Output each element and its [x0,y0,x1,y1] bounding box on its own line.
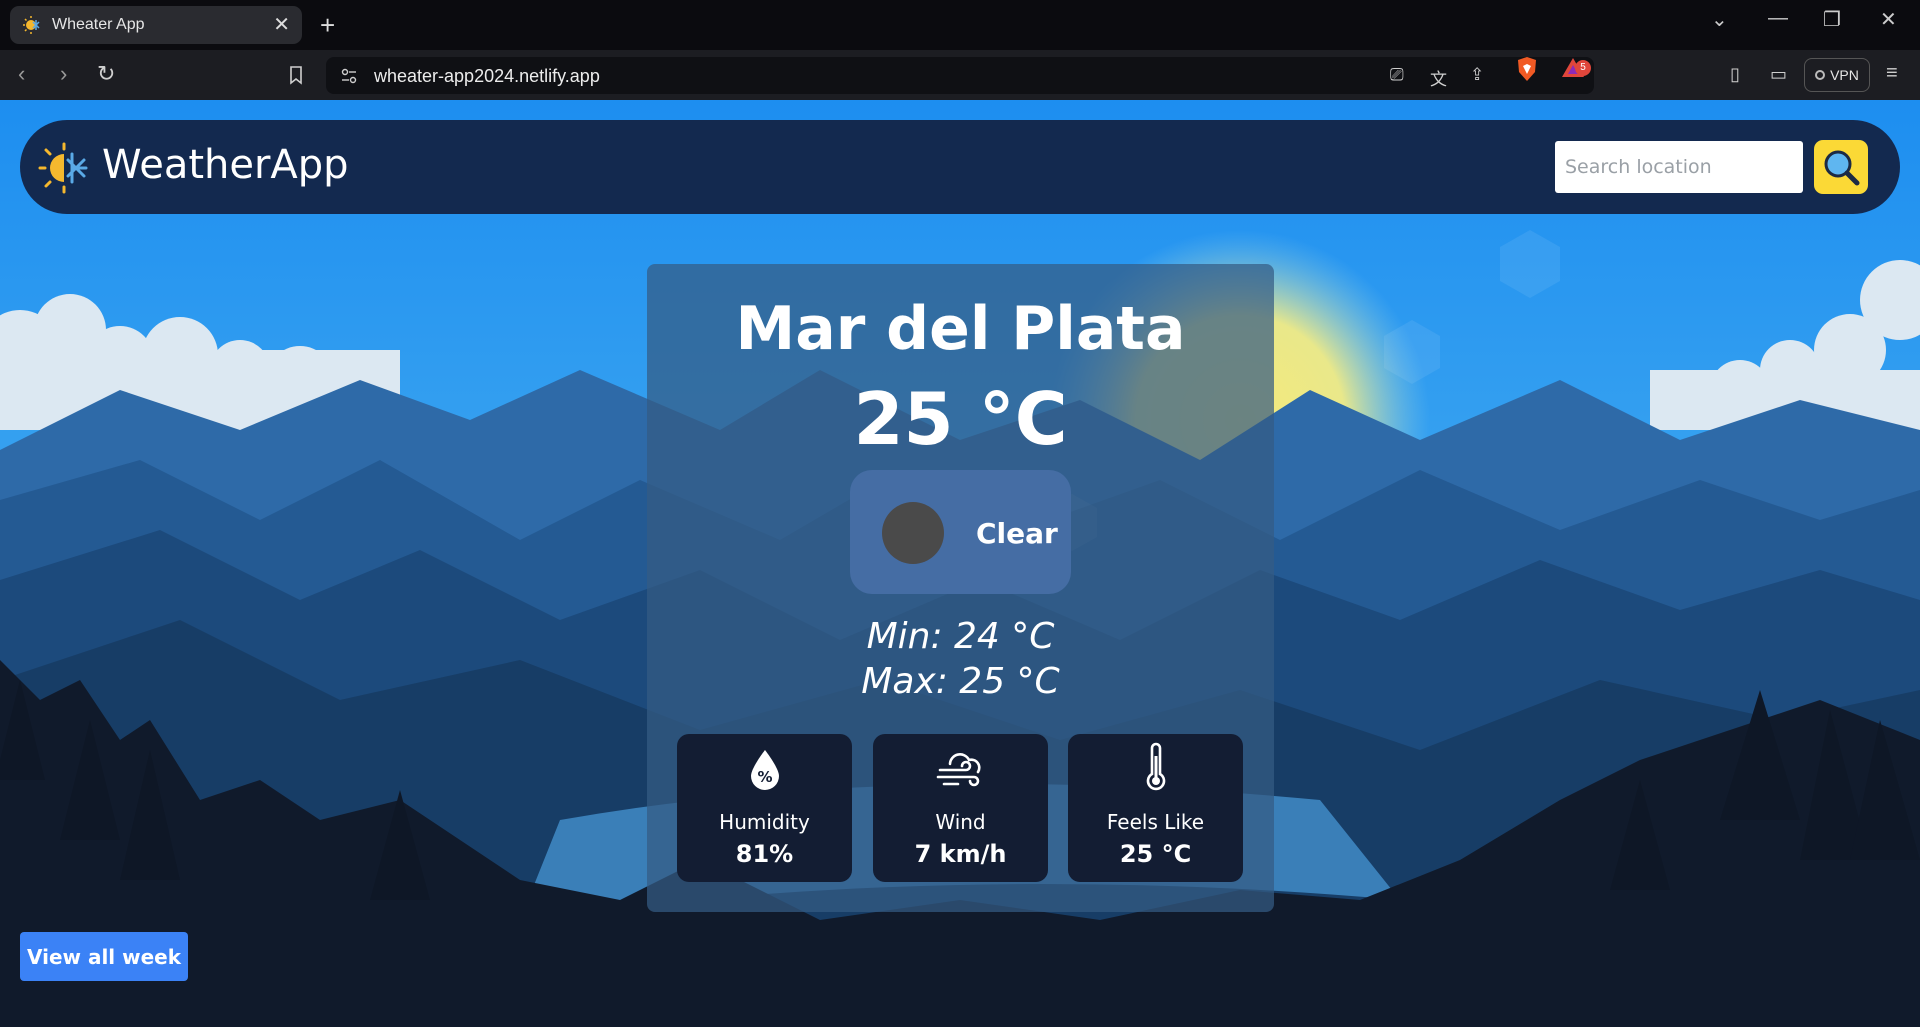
vpn-status-icon [1815,70,1826,80]
vpn-label: VPN [1830,67,1859,83]
svg-text:%: % [757,768,772,786]
wind-icon [936,753,981,787]
browser-toolbar: ‹ › ↻ wheater-app2024.netlify.app ⎚ 文 ⇪ … [0,50,1920,100]
address-bar[interactable]: wheater-app2024.netlify.app ⎚ 文 ⇪ [326,57,1594,94]
max-temperature: Max: 25 °C [861,661,1060,702]
condition-panel: Clear [850,470,1071,594]
feels-like-label: Feels Like [1106,810,1205,834]
humidity-label: Humidity [719,810,810,834]
tab-close-icon[interactable]: ✕ [273,15,290,35]
close-window-icon[interactable]: ✕ [1880,7,1897,32]
restore-icon[interactable]: ❐ [1823,7,1841,32]
forward-icon[interactable]: › [60,61,67,87]
logo-text: WeatherApp [102,142,349,188]
feels-like-card: Feels Like 25 °C [1068,734,1243,882]
feels-like-value: 25 °C [1119,840,1192,868]
new-tab-button[interactable]: + [320,10,335,41]
tab-title: Wheater App [52,16,145,33]
weather-favicon-icon [23,16,40,34]
weather-page: WeatherApp Mar del Plata 25 °C Clear Min… [0,100,1920,1027]
wind-label: Wind [935,810,986,834]
wind-value: 7 km/h [914,840,1007,868]
cast-icon[interactable]: ⎚ [1390,65,1404,85]
min-temperature: Min: 24 °C [866,616,1055,657]
wind-card: Wind 7 km/h [873,734,1048,882]
notification-badge: 5 [1575,60,1591,76]
humidity-value: 81% [735,840,794,868]
humidity-card: % Humidity 81% [677,734,852,882]
browser-tab-strip: Wheater App ✕ + ⌄ — ❐ ✕ [0,0,1920,50]
humidity-drop-icon: % [750,750,779,790]
city-name: Mar del Plata [735,294,1186,364]
sidebar-icon[interactable]: ▯ [1730,64,1740,85]
vpn-button[interactable]: VPN [1804,58,1870,92]
weather-card: Mar del Plata 25 °C Clear Min: 24 °C Max… [647,264,1274,912]
back-icon[interactable]: ‹ [18,61,25,87]
condition-label: Clear [976,517,1058,550]
browser-tab[interactable]: Wheater App ✕ [10,6,302,44]
menu-icon[interactable]: ≡ [1886,62,1898,85]
current-temperature: 25 °C [853,377,1068,461]
wallet-icon[interactable]: ▭ [1770,64,1787,85]
search-input[interactable] [1555,141,1803,193]
minimize-icon[interactable]: — [1768,7,1788,30]
reload-icon[interactable]: ↻ [97,61,115,87]
weather-condition-icon [882,502,944,564]
view-all-week-button[interactable]: View all week [20,932,188,981]
search-icon [1824,150,1860,186]
url-text: wheater-app2024.netlify.app [374,66,600,86]
translate-icon[interactable]: 文 [1430,65,1447,90]
bookmark-icon[interactable] [288,65,304,85]
share-icon[interactable]: ⇪ [1470,65,1484,85]
thermometer-icon [1146,742,1165,791]
logo-sun-snowflake-icon [38,142,88,194]
brave-shield-icon[interactable] [1515,56,1539,82]
search-button[interactable] [1814,140,1868,194]
site-settings-icon[interactable] [340,67,358,85]
app-header: WeatherApp [20,120,1900,214]
tab-search-chevron-icon[interactable]: ⌄ [1711,7,1728,32]
